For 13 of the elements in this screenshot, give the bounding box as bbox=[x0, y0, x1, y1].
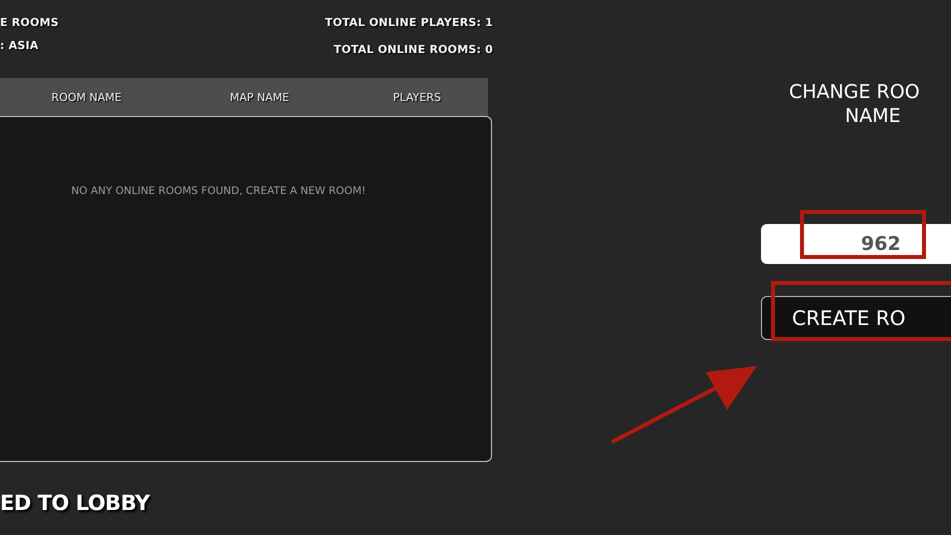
lobby-title: E ROOMS bbox=[0, 16, 59, 29]
column-header: PLAYERS bbox=[393, 90, 441, 104]
create-room-button[interactable]: CREATE RO bbox=[761, 296, 951, 340]
status-text: ED TO LOBBY bbox=[0, 491, 152, 515]
total-players-label: TOTAL ONLINE PLAYERS: 1 bbox=[325, 16, 493, 29]
total-rooms-label: TOTAL ONLINE ROOMS: 0 bbox=[334, 43, 493, 56]
panel-title: CHANGE ROO bbox=[789, 80, 920, 104]
panel-title: NAME bbox=[845, 104, 901, 128]
region-label: : ASIA bbox=[0, 39, 38, 52]
column-header: MAP NAME bbox=[230, 90, 290, 104]
column-header: ROOM NAME bbox=[51, 90, 122, 104]
empty-message: NO ANY ONLINE ROOMS FOUND, CREATE A NEW ROOM! bbox=[71, 185, 366, 199]
room-name-field[interactable]: 962 bbox=[761, 224, 951, 264]
